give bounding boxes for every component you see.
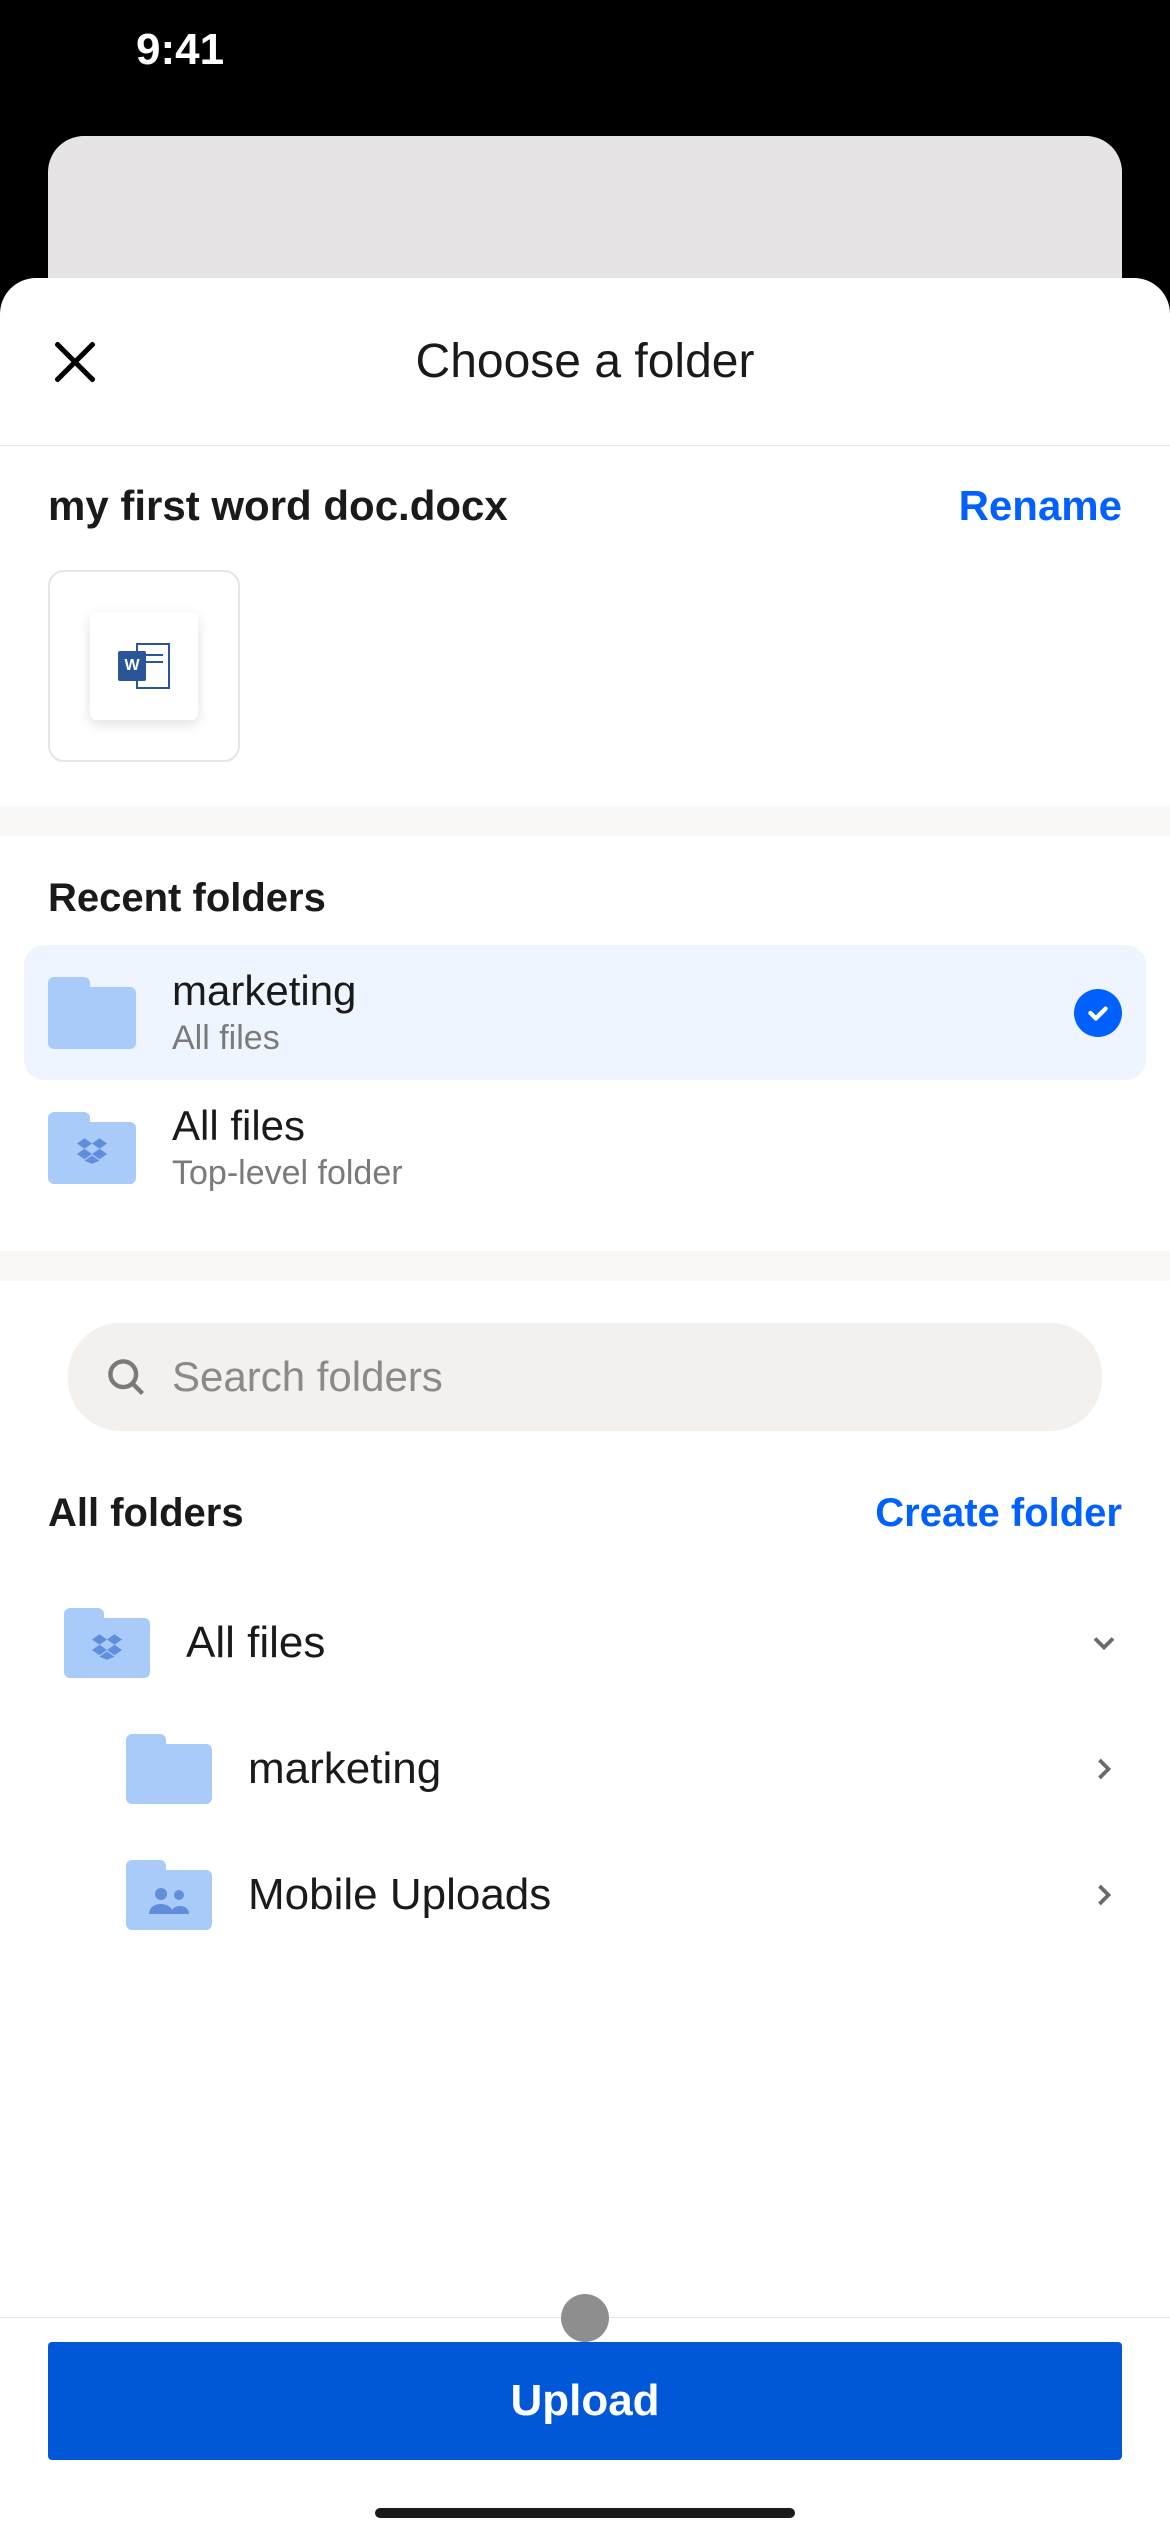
folder-tree: All files marketing Mobile Uploads [0,1560,1170,1958]
word-icon: W [118,643,170,689]
rename-button[interactable]: Rename [959,482,1122,530]
search-bar[interactable] [68,1323,1102,1431]
file-thumbnail[interactable]: W [48,570,240,762]
folder-people-icon [126,1860,212,1930]
close-icon[interactable] [48,335,102,389]
search-wrap [0,1281,1170,1459]
modal-header: Choose a folder [0,278,1170,446]
recent-folder-sub: Top-level folder [172,1154,1122,1193]
all-folders-heading: All folders [48,1491,244,1536]
recent-folders-list: marketing All files All files Top-level … [0,945,1170,1215]
selected-check-icon [1074,989,1122,1037]
create-folder-button[interactable]: Create folder [875,1491,1122,1536]
tree-item-label: Mobile Uploads [248,1870,1050,1920]
tree-item-all-files[interactable]: All files [48,1580,1122,1706]
recent-folders-heading: Recent folders [0,836,1170,945]
recent-folder-marketing[interactable]: marketing All files [24,945,1146,1080]
file-section: my first word doc.docx Rename W [0,446,1170,806]
folder-dropbox-icon [48,1112,136,1184]
file-name: my first word doc.docx [48,482,508,530]
folder-dropbox-icon [64,1608,150,1678]
chevron-right-icon [1086,1751,1122,1787]
chevron-right-icon [1086,1877,1122,1913]
recent-folder-name: marketing [172,967,1038,1015]
folder-icon [48,977,136,1049]
recent-folder-text: marketing All files [172,967,1038,1058]
section-divider [0,1251,1170,1281]
modal-title: Choose a folder [416,334,755,389]
chevron-down-icon [1086,1625,1122,1661]
bottom-bar: Upload [0,2317,1170,2532]
tree-item-label: marketing [248,1744,1050,1794]
tree-item-mobile-uploads[interactable]: Mobile Uploads [48,1832,1122,1958]
status-time: 9:41 [136,25,224,75]
upload-button[interactable]: Upload [48,2342,1122,2460]
recent-folder-sub: All files [172,1019,1038,1058]
section-divider [0,806,1170,836]
recent-folder-text: All files Top-level folder [172,1102,1122,1193]
recent-folder-all-files[interactable]: All files Top-level folder [24,1080,1146,1215]
status-bar: 9:41 [0,0,1170,100]
home-indicator[interactable] [375,2508,795,2518]
search-icon [104,1355,148,1399]
recent-folder-name: All files [172,1102,1122,1150]
tree-item-label: All files [186,1618,1050,1668]
file-header: my first word doc.docx Rename [48,482,1122,530]
all-folders-header: All folders Create folder [0,1459,1170,1560]
tree-item-marketing[interactable]: marketing [48,1706,1122,1832]
document-thumbnail-inner: W [90,612,198,720]
folder-icon [126,1734,212,1804]
drag-handle-icon [561,2294,609,2342]
choose-folder-modal: Choose a folder my first word doc.docx R… [0,278,1170,2532]
search-input[interactable] [172,1353,1066,1401]
